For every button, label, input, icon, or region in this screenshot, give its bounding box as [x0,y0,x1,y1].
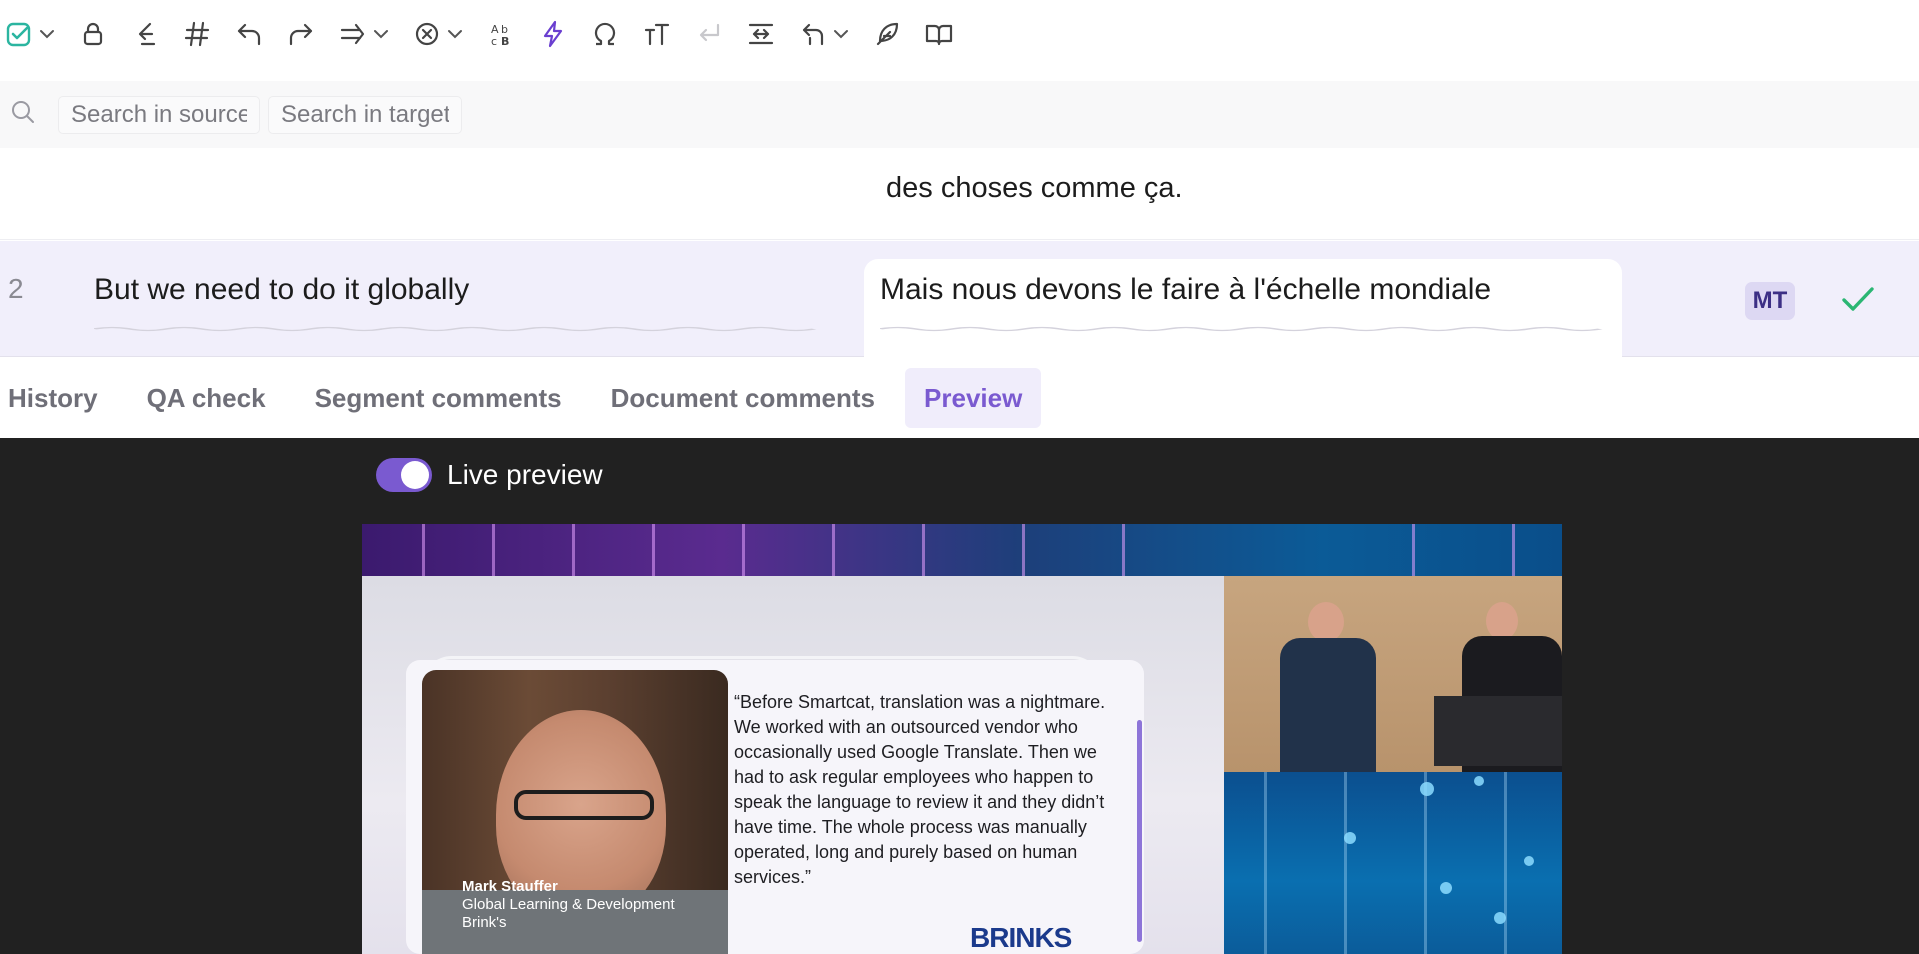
tab-qa-check[interactable]: QA check [128,368,285,428]
spellcheck-underline [880,326,1603,332]
segment-source-text: But we need to do it globally [94,273,470,306]
undo-button[interactable] [234,14,264,58]
tags-button[interactable] [338,14,390,58]
undo-icon [234,19,264,54]
video-speakers [1224,576,1562,772]
testimonial-quote: “Before Smartcat, translation was a nigh… [734,692,1106,887]
chevron-down-icon[interactable] [828,25,850,48]
confirm-button[interactable] [4,14,56,58]
glossary-button[interactable] [924,14,954,58]
clear-button[interactable] [412,14,464,58]
book-icon [924,19,954,54]
line-break-icon [694,19,724,54]
toggle-knob [401,461,429,489]
omega-icon [590,19,620,54]
segment-row[interactable]: des choses comme ça. [0,168,1919,240]
tab-segment-comments[interactable]: Segment comments [296,368,581,428]
segment-target-text[interactable]: Mais nous devons le faire à l'échelle mo… [880,273,1491,307]
brand-logo: BRINKS [970,922,1072,953]
segment-row-active[interactable]: 2 But we need to do it globally Mais nou… [0,241,1919,359]
segment-target-text[interactable]: des choses comme ça. [886,172,1183,205]
confirm-icon [4,19,34,54]
text-size-icon [642,19,672,54]
tags-icon [338,19,368,54]
quote-accent-bar [1137,720,1142,942]
lightning-icon [538,19,568,54]
person-photo: Mark Stauffer Global Learning & Developm… [422,670,728,954]
feather-icon [872,19,902,54]
search-in-source-input[interactable] [71,100,247,129]
merge-segments-button[interactable] [746,14,776,58]
case-icon: AbcB [486,19,516,54]
preview-slide: Mark Stauffer Global Learning & Developm… [362,524,1562,954]
spellcheck-underline [94,326,817,332]
editing-style-button[interactable] [872,14,902,58]
redo-button[interactable] [286,14,316,58]
live-preview-control: Live preview [376,458,603,492]
live-preview-toggle[interactable] [376,458,432,492]
chevron-down-icon[interactable] [442,25,464,48]
live-preview-label: Live preview [447,459,603,490]
search-in-target-input[interactable] [281,100,449,129]
revert-button[interactable] [798,14,850,58]
caption-name: Mark Stauffer [462,878,558,895]
glasses [514,790,654,820]
search-in-target-field[interactable] [268,95,462,134]
search-bar [0,81,1919,148]
chevron-down-icon[interactable] [368,25,390,48]
tab-document-comments[interactable]: Document comments [592,368,894,428]
special-characters-button[interactable] [590,14,620,58]
lock-button[interactable] [78,14,108,58]
video-background [1224,772,1562,954]
caption-role: Global Learning & Development [462,896,675,913]
segment-number: 2 [8,273,24,304]
line-break-button[interactable] [694,14,724,58]
clear-icon [412,19,442,54]
svg-text:c: c [491,35,497,48]
change-case-button[interactable]: AbcB [486,14,516,58]
chevron-down-icon[interactable] [34,25,56,48]
text-size-button[interactable] [642,14,672,58]
segment-target-editor[interactable]: Mais nous devons le faire à l'échelle mo… [864,259,1622,359]
tab-history[interactable]: History [8,368,117,428]
lock-icon [78,19,108,54]
slide-banner [362,524,1562,576]
svg-text:B: B [501,35,509,48]
editor-toolbar: AbcB [0,0,1919,72]
revert-icon [798,19,828,54]
insert-source-icon [130,19,160,54]
caption-company: Brink's [462,914,507,931]
auto-action-button[interactable] [538,14,568,58]
tab-preview[interactable]: Preview [905,368,1042,428]
redo-icon [286,19,316,54]
merge-icon [746,19,776,54]
preview-panel: Live preview Mark Stauffer Global Learni… [0,438,1919,954]
hashtag-button[interactable] [182,14,212,58]
hashtag-icon [182,19,212,54]
search-in-source-field[interactable] [58,95,260,134]
search-icon [10,99,36,130]
mt-badge: MT [1745,282,1795,320]
bottom-panel-tabs: History QA check Segment comments Docume… [0,358,1919,438]
copy-source-button[interactable] [130,14,160,58]
